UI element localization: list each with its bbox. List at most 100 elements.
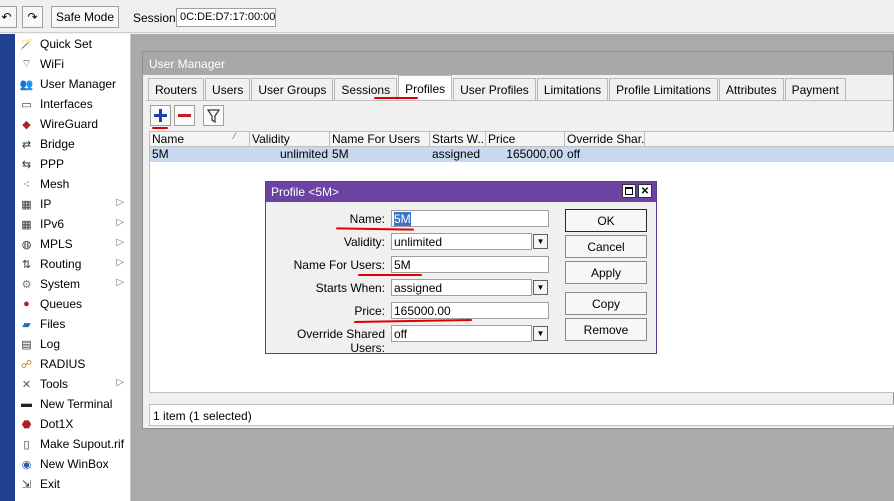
tab-profile-limitations[interactable]: Profile Limitations bbox=[609, 78, 718, 100]
override-dropdown-button[interactable]: ▼ bbox=[533, 326, 548, 341]
name-for-users-field[interactable]: 5M bbox=[391, 256, 549, 273]
users-icon: 👥 bbox=[19, 78, 34, 91]
sidebar-item-new-winbox[interactable]: ◉ New WinBox bbox=[15, 454, 130, 474]
copy-button[interactable]: Copy bbox=[565, 292, 647, 315]
ipv6-icon: ▦ bbox=[21, 218, 32, 231]
annotation-underline bbox=[358, 274, 422, 276]
safe-mode-button[interactable]: Safe Mode bbox=[51, 6, 119, 28]
cell-price: 165000.00 bbox=[506, 147, 563, 161]
session-field[interactable]: 0C:DE:D7:17:00:00 bbox=[176, 8, 276, 27]
sidebar-item-new-terminal[interactable]: ▬ New Terminal bbox=[15, 394, 130, 414]
cell-name-for-users: 5M bbox=[332, 147, 349, 161]
sidebar-item-user-manager[interactable]: 👥 User Manager bbox=[15, 74, 130, 94]
sidebar-item-label: WireGuard bbox=[40, 117, 99, 131]
starts-when-select[interactable]: assigned bbox=[391, 279, 532, 296]
tab-user-profiles[interactable]: User Profiles bbox=[453, 78, 536, 100]
sidebar-item-mesh[interactable]: ⁖ Mesh bbox=[15, 174, 130, 194]
cancel-button[interactable]: Cancel bbox=[565, 235, 647, 258]
sidebar-item-label: Routing bbox=[40, 257, 82, 271]
validity-dropdown-button[interactable]: ▼ bbox=[533, 234, 548, 249]
sidebar-item-files[interactable]: ▰ Files bbox=[15, 314, 130, 334]
sidebar-item-label: PPP bbox=[40, 157, 65, 171]
remove-profile-button[interactable]: Remove bbox=[565, 318, 647, 341]
column-header-validity[interactable]: Validity bbox=[250, 132, 330, 146]
filter-icon bbox=[207, 108, 220, 123]
tab-routers[interactable]: Routers bbox=[148, 78, 205, 100]
column-header-starts-when[interactable]: Starts W... bbox=[430, 132, 486, 146]
submenu-arrow-icon: ▷ bbox=[116, 237, 124, 248]
submenu-arrow-icon: ▷ bbox=[116, 197, 124, 208]
status-bar: 1 item (1 selected) bbox=[149, 404, 894, 426]
sidebar-item-wireguard[interactable]: ◆ WireGuard bbox=[15, 114, 130, 134]
radius-icon: ☍ bbox=[20, 358, 33, 371]
sidebar-item-label: Dot1X bbox=[40, 417, 74, 431]
sidebar-item-label: WiFi bbox=[40, 57, 64, 71]
safe-mode-label: Safe Mode bbox=[55, 10, 115, 24]
sidebar-item-ppp[interactable]: ⇆ PPP bbox=[15, 154, 130, 174]
tab-profiles[interactable]: Profiles bbox=[398, 75, 453, 99]
sidebar-item-dot1x[interactable]: ⬣ Dot1X bbox=[15, 414, 130, 434]
gear-icon: ⚙ bbox=[21, 278, 32, 291]
starts-when-dropdown-button[interactable]: ▼ bbox=[533, 280, 548, 295]
name-value: 5M bbox=[394, 212, 411, 226]
validity-select[interactable]: unlimited bbox=[391, 233, 532, 250]
tab-users[interactable]: Users bbox=[205, 78, 251, 100]
wireguard-icon: ◆ bbox=[22, 118, 31, 131]
filter-button[interactable] bbox=[203, 105, 224, 126]
chevron-down-icon: ▼ bbox=[536, 283, 545, 292]
tab-attributes[interactable]: Attributes bbox=[718, 78, 784, 100]
plus-icon bbox=[154, 109, 167, 122]
tools-icon: ✕ bbox=[21, 378, 32, 391]
column-header-name-for-users[interactable]: Name For Users bbox=[330, 132, 430, 146]
cell-validity: unlimited bbox=[279, 147, 328, 161]
sidebar-item-queues[interactable]: ● Queues bbox=[15, 294, 130, 314]
sidebar-item-system[interactable]: ⚙ System ▷ bbox=[15, 274, 130, 294]
sidebar-item-routing[interactable]: ⇅ Routing ▷ bbox=[15, 254, 130, 274]
override-shared-users-select[interactable]: off bbox=[391, 325, 532, 342]
maximize-button[interactable] bbox=[622, 184, 636, 198]
undo-button[interactable]: ↶ bbox=[0, 6, 17, 28]
sidebar-item-label: MPLS bbox=[40, 237, 73, 251]
sidebar-item-ipv6[interactable]: ▦ IPv6 ▷ bbox=[15, 214, 130, 234]
submenu-arrow-icon: ▷ bbox=[116, 217, 124, 228]
tab-user-groups[interactable]: User Groups bbox=[251, 78, 334, 100]
sidebar-item-mpls[interactable]: ◍ MPLS ▷ bbox=[15, 234, 130, 254]
sidebar-item-wifi[interactable]: ⌔ WiFi bbox=[15, 54, 130, 74]
bridge-icon: ⇄ bbox=[21, 138, 32, 151]
undo-icon: ↶ bbox=[1, 10, 12, 24]
sidebar-item-interfaces[interactable]: ▭ Interfaces bbox=[15, 94, 130, 114]
redo-icon: ↷ bbox=[27, 10, 38, 24]
sidebar-item-radius[interactable]: ☍ RADIUS bbox=[15, 354, 130, 374]
override-shared-users-label: Override Shared Users: bbox=[296, 327, 385, 355]
sidebar-item-make-supout-rif[interactable]: ▯ Make Supout.rif bbox=[15, 434, 130, 454]
sidebar-item-quick-set[interactable]: 🪄 Quick Set bbox=[15, 34, 130, 54]
table-row[interactable]: 5M unlimited 5M assigned 165000.00 off bbox=[150, 147, 894, 162]
annotation-underline bbox=[374, 97, 418, 99]
sidebar-item-ip[interactable]: ▦ IP ▷ bbox=[15, 194, 130, 214]
sidebar-item-label: Queues bbox=[40, 297, 83, 311]
interfaces-icon: ▭ bbox=[21, 98, 32, 111]
close-button[interactable]: ✕ bbox=[638, 184, 652, 198]
column-header-price[interactable]: Price bbox=[486, 132, 565, 146]
sidebar-item-exit[interactable]: ⇲ Exit bbox=[15, 474, 130, 494]
sidebar-item-log[interactable]: ▤ Log bbox=[15, 334, 130, 354]
column-header-override[interactable]: Override Shar... bbox=[565, 132, 645, 146]
add-button[interactable] bbox=[150, 105, 171, 126]
name-label: Name: bbox=[349, 212, 385, 226]
tab-limitations[interactable]: Limitations bbox=[536, 78, 609, 100]
ok-button[interactable]: OK bbox=[565, 209, 647, 232]
sidebar-item-bridge[interactable]: ⇄ Bridge bbox=[15, 134, 130, 154]
price-field[interactable]: 165000.00 bbox=[391, 302, 549, 319]
sidebar-item-tools[interactable]: ✕ Tools ▷ bbox=[15, 374, 130, 394]
apply-button[interactable]: Apply bbox=[565, 261, 647, 284]
submenu-arrow-icon: ▷ bbox=[116, 257, 124, 268]
cell-starts-when: assigned bbox=[432, 147, 481, 161]
name-field[interactable]: 5M bbox=[391, 210, 549, 227]
log-icon: ▤ bbox=[21, 338, 32, 351]
annotation-underline bbox=[353, 318, 473, 324]
redo-button[interactable]: ↷ bbox=[22, 6, 43, 28]
remove-button[interactable] bbox=[174, 105, 195, 126]
sidebar-item-label: Log bbox=[40, 337, 61, 351]
chevron-down-icon: ▼ bbox=[536, 329, 545, 338]
tab-payment[interactable]: Payment bbox=[784, 78, 846, 100]
